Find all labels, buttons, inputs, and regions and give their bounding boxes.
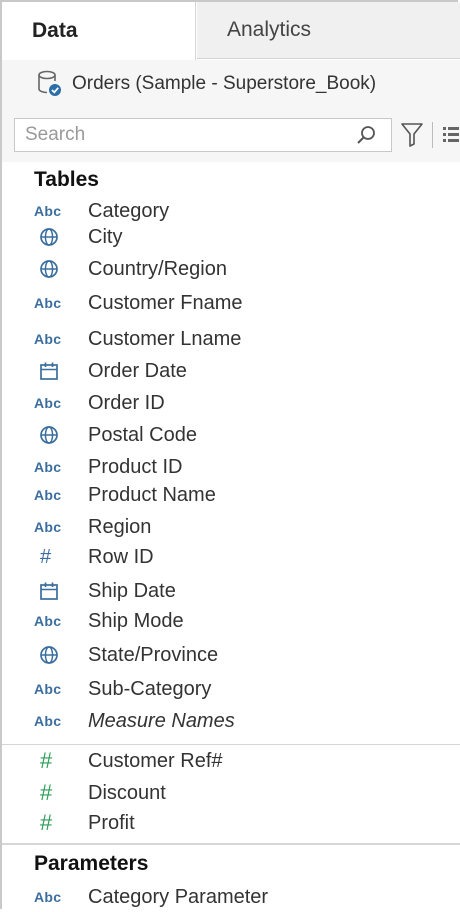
section-tables-header: Tables	[34, 168, 99, 191]
number-type-icon: #	[40, 545, 52, 568]
calendar-icon	[34, 580, 74, 602]
field-label: Ship Date	[88, 579, 176, 602]
field-row[interactable]: City	[34, 222, 434, 252]
field-row[interactable]: Postal Code	[34, 420, 434, 450]
field-row[interactable]: Abc Customer Lname	[34, 324, 434, 354]
section-parameters-header: Parameters	[34, 852, 149, 875]
field-label: Discount	[88, 781, 166, 804]
tab-analytics[interactable]: Analytics	[197, 2, 460, 59]
field-label: City	[88, 225, 123, 248]
field-label: Category	[88, 199, 170, 222]
field-row[interactable]: # Customer Ref#	[34, 746, 434, 776]
globe-icon	[34, 644, 74, 666]
field-row[interactable]: Abc Region	[34, 512, 434, 542]
field-row[interactable]: Abc Product Name	[34, 480, 434, 510]
field-label: Order ID	[88, 391, 165, 414]
field-label: Product Name	[88, 483, 216, 506]
measure-number-icon: #	[40, 810, 53, 835]
field-label: Measure Names	[88, 709, 235, 732]
field-label: Product ID	[88, 455, 183, 478]
abc-type-icon: Abc	[34, 889, 62, 905]
filter-icon[interactable]	[400, 122, 424, 148]
field-row[interactable]: # Discount	[34, 778, 434, 808]
field-label: Order Date	[88, 359, 187, 382]
datasource-row[interactable]: Orders (Sample - Superstore_Book)	[2, 60, 460, 109]
field-label: Postal Code	[88, 423, 197, 446]
abc-type-icon: Abc	[34, 519, 62, 535]
field-row[interactable]: Abc Measure Names	[34, 706, 434, 736]
abc-type-icon: Abc	[34, 681, 62, 697]
field-label: Ship Mode	[88, 609, 184, 632]
dimension-measure-divider	[2, 744, 460, 745]
search-toolbar	[2, 108, 460, 162]
toolbar-separator	[432, 122, 433, 148]
abc-type-icon: Abc	[34, 295, 62, 311]
search-input[interactable]	[15, 119, 345, 151]
field-row[interactable]: Abc Order ID	[34, 388, 434, 418]
field-row[interactable]: # Profit	[34, 808, 434, 838]
field-label: Customer Ref#	[88, 749, 223, 772]
field-row[interactable]: Abc Ship Mode	[34, 606, 434, 636]
abc-type-icon: Abc	[34, 459, 62, 475]
field-label: Region	[88, 515, 152, 538]
abc-type-icon: Abc	[34, 613, 62, 629]
search-icon[interactable]	[355, 124, 377, 146]
datasource-name: Orders (Sample - Superstore_Book)	[72, 73, 377, 94]
field-row[interactable]: Abc Category Parameter	[34, 882, 434, 912]
field-label: Category Parameter	[88, 885, 269, 908]
measure-number-icon: #	[40, 748, 53, 773]
field-row[interactable]: # Row ID	[34, 542, 434, 572]
globe-icon	[34, 424, 74, 446]
field-label: Profit	[88, 811, 135, 834]
field-label: Country/Region	[88, 257, 227, 280]
field-label: Sub-Category	[88, 677, 212, 700]
globe-icon	[34, 226, 74, 248]
parameters-divider	[2, 843, 460, 845]
field-row[interactable]: Abc Product ID	[34, 452, 434, 482]
view-options-icon[interactable]	[442, 126, 460, 144]
field-label: Customer Lname	[88, 327, 242, 350]
field-label: State/Province	[88, 643, 219, 666]
abc-type-icon: Abc	[34, 713, 62, 729]
field-row[interactable]: Order Date	[34, 356, 434, 386]
field-row[interactable]: Abc Sub-Category	[34, 674, 434, 704]
tab-data[interactable]: Data	[2, 2, 196, 60]
abc-type-icon: Abc	[34, 331, 62, 347]
field-label: Customer Fname	[88, 291, 243, 314]
globe-icon	[34, 258, 74, 280]
field-label: Row ID	[88, 545, 154, 568]
search-box	[14, 118, 392, 152]
measure-number-icon: #	[40, 780, 53, 805]
field-row[interactable]: State/Province	[34, 640, 434, 670]
abc-type-icon: Abc	[34, 203, 62, 219]
field-row[interactable]: Ship Date	[34, 576, 434, 606]
abc-type-icon: Abc	[34, 487, 62, 503]
field-row[interactable]: Country/Region	[34, 254, 434, 284]
pane-tabs: Data Analytics	[2, 2, 460, 60]
field-row[interactable]: Abc Customer Fname	[34, 288, 434, 318]
abc-type-icon: Abc	[34, 395, 62, 411]
calendar-icon	[34, 360, 74, 382]
datasource-icon	[36, 69, 64, 99]
